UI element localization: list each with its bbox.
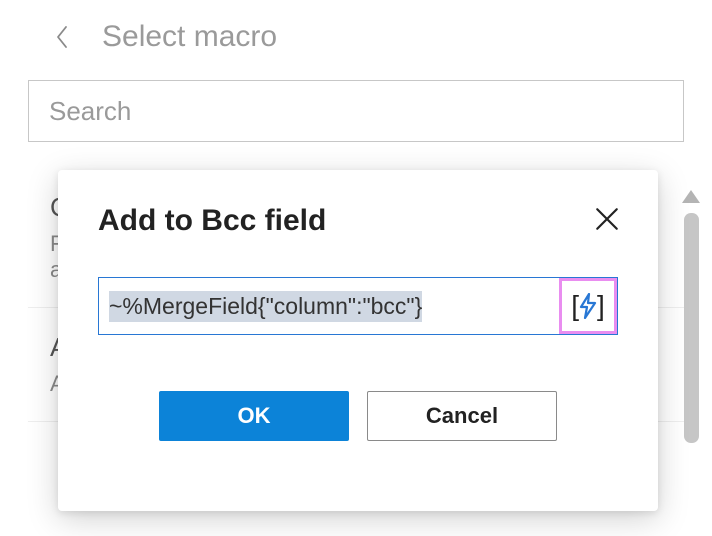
cancel-button[interactable]: Cancel [367, 391, 557, 441]
ok-button[interactable]: OK [159, 391, 349, 441]
panel-header: Select macro [20, 20, 692, 54]
close-button[interactable] [592, 204, 622, 239]
bracket-right-icon: ] [597, 290, 605, 322]
macro-input-value: ~%MergeField{"column":"bcc"} [109, 291, 422, 322]
lightning-icon [579, 293, 597, 319]
close-icon [594, 206, 620, 232]
modal-buttons: OK Cancel [98, 391, 618, 441]
insert-macro-button[interactable]: [ ] [559, 278, 617, 334]
scroll-thumb[interactable] [684, 213, 699, 443]
add-to-bcc-modal: Add to Bcc field ~%MergeField{"column":"… [58, 170, 658, 511]
modal-title: Add to Bcc field [98, 204, 326, 238]
page-title: Select macro [102, 20, 277, 54]
macro-field-row: ~%MergeField{"column":"bcc"} [ ] [98, 277, 618, 335]
macro-input[interactable]: ~%MergeField{"column":"bcc"} [99, 278, 559, 334]
modal-header: Add to Bcc field [98, 204, 618, 239]
search-input[interactable] [28, 80, 684, 142]
scroll-up-arrow-icon[interactable] [682, 190, 700, 203]
scrollbar[interactable] [682, 190, 700, 516]
chevron-left-icon [54, 25, 70, 49]
bracket-left-icon: [ [571, 290, 579, 322]
search-wrap [28, 80, 684, 142]
back-button[interactable] [48, 23, 76, 51]
